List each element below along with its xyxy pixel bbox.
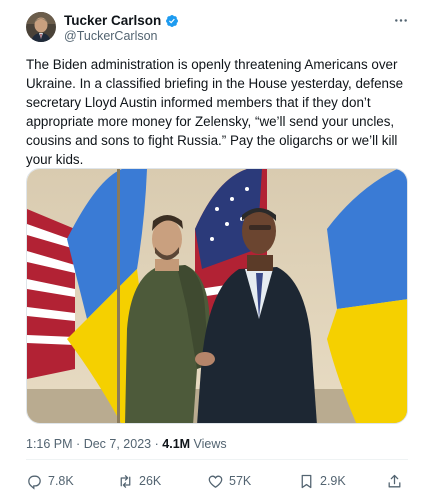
author-handle[interactable]: @TuckerCarlson	[64, 29, 158, 43]
tweet-photo[interactable]	[26, 168, 408, 424]
reply-count: 7.8K	[48, 474, 74, 488]
tweet-time[interactable]: 1:16 PM	[26, 437, 73, 451]
more-options-icon[interactable]	[392, 12, 410, 28]
author-display-name[interactable]: Tucker Carlson	[64, 13, 161, 28]
share-icon	[388, 474, 401, 487]
repost-icon	[120, 474, 131, 488]
views-label: Views	[193, 437, 227, 451]
tweet-card: Tucker Carlson @TuckerCarlson The Biden …	[0, 0, 432, 500]
meta-separator: ·	[154, 437, 159, 451]
avatar[interactable]	[26, 12, 56, 42]
reply-button[interactable]: 7.8K	[26, 470, 74, 492]
repost-button[interactable]: 26K	[117, 470, 161, 492]
share-button[interactable]	[386, 470, 403, 492]
photo-illustration	[27, 169, 407, 423]
bookmark-button[interactable]: 2.9K	[298, 470, 346, 492]
tweet-date[interactable]: Dec 7, 2023	[84, 437, 151, 451]
verified-badge-icon	[166, 14, 179, 27]
action-bar: 7.8K 26K 57K 2.9K	[26, 470, 408, 492]
bookmark-icon	[301, 474, 312, 488]
us-flag-left	[27, 209, 75, 379]
handshake	[195, 352, 215, 366]
bookmark-count: 2.9K	[320, 474, 346, 488]
tweet-meta: 1:16 PM · Dec 7, 2023 · 4.1M Views	[26, 437, 227, 451]
author-name-row[interactable]: Tucker Carlson	[64, 13, 179, 28]
meta-separator: ·	[76, 437, 81, 451]
reply-icon	[28, 475, 41, 490]
tweet-text: The Biden administration is openly threa…	[26, 57, 404, 167]
like-count: 57K	[229, 474, 252, 488]
divider	[26, 459, 408, 460]
repost-count: 26K	[139, 474, 162, 488]
like-button[interactable]: 57K	[207, 470, 251, 492]
views-count: 4.1M	[162, 437, 191, 451]
avatar-image	[26, 12, 56, 42]
heart-icon	[208, 475, 223, 488]
